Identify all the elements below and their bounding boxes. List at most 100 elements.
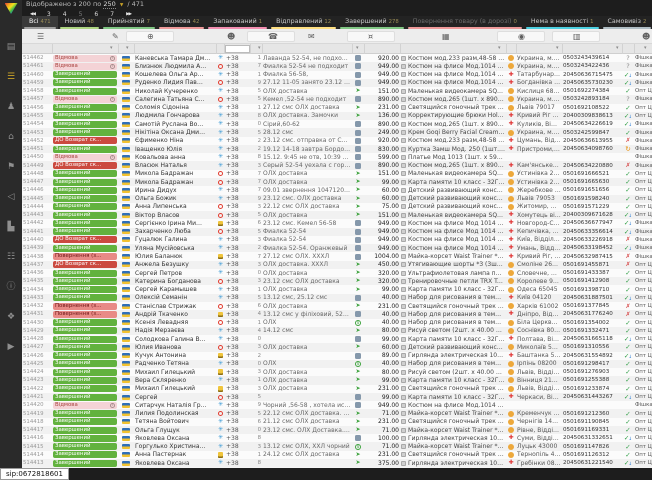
tab-Нема в наявності[interactable]: Нема в наявності1 xyxy=(524,16,601,29)
table-row[interactable]: 514422ЗавершенийМихаил Гилецький+383ОЛХ … xyxy=(22,385,652,393)
video-icon[interactable]: ▶ xyxy=(3,342,19,353)
table-row[interactable]: 514421ЗавершенийСергей+38599.00Карта пам… xyxy=(22,393,652,401)
page-size-dropdown-icon[interactable]: ▼ xyxy=(120,3,123,8)
table-row[interactable]: 514449ДО Возврат ск…Власюк Наталья✳+383С… xyxy=(22,161,652,169)
filter-dropdown-icon[interactable]: ▾ xyxy=(110,45,113,51)
table-row[interactable]: 514441ЗавершенийЗахарченко Люба+385Фиалк… xyxy=(22,228,652,236)
order-total: 249.00 xyxy=(364,128,400,136)
table-row[interactable]: 514454ЗавершенийСамотій Руслана Во…✳+380… xyxy=(22,120,652,128)
table-row[interactable]: 514442ЗавершенийСергієнко Ірина Ми…+3862… xyxy=(22,219,652,227)
warehouse-icon[interactable]: ⌂ xyxy=(3,132,19,143)
table-row[interactable]: 514453ЗавершенийНікітіна Оксана Дми…✳+38… xyxy=(22,128,652,136)
table-row[interactable]: 514428ЗавершенийСолодкова Галина В…✳+380… xyxy=(22,335,652,343)
info-icon[interactable]: ⓘ xyxy=(3,282,19,293)
filter-dropdown-icon[interactable]: ▾ xyxy=(258,45,261,51)
table-row[interactable]: 514435ЗавершенийКатерина Богданова+38323… xyxy=(22,277,652,285)
address-column-icon[interactable]: ◉ xyxy=(518,32,525,41)
table-row[interactable]: 514462ВідмоваiКаневська Тамара Дм…✳+381Л… xyxy=(22,54,652,62)
filter-dropdown-icon[interactable]: ▾ xyxy=(556,45,559,51)
table-row[interactable]: 514431Повернення (з…Андрій Ткаченко+3841… xyxy=(22,310,652,318)
table-row[interactable]: 514413ЗавершенийЯковлева Оксана✳+388➤375… xyxy=(22,459,652,467)
table-row[interactable]: 514450ВідмоваiКовальова анна✳+38815.12. … xyxy=(22,153,652,161)
payment-column-icon[interactable]: ¤ xyxy=(368,32,373,41)
phone-filter-input[interactable] xyxy=(225,45,250,53)
table-row[interactable]: 514415ЗавершенийГоргулько Христина…✳+383… xyxy=(22,442,652,450)
tab-Всі[interactable]: Всі471 xyxy=(22,16,58,29)
table-row[interactable]: 514445ЗавершенийОльга Божик✳+38923.12 см… xyxy=(22,195,652,203)
client-column-icon[interactable]: ☻ xyxy=(227,32,235,41)
table-row[interactable]: 514444ЗавершенийАнна Липенська+38322.12 … xyxy=(22,203,652,211)
table-row[interactable]: 514418ЗавершенийТетяна Войтович✳+38621.1… xyxy=(22,418,652,426)
table-row[interactable]: 514426ЗавершенийКучук Антонина+38289.00Г… xyxy=(22,352,652,360)
table-row[interactable]: 514447ЗавершенийМикола Бадражан+387ОЛХ д… xyxy=(22,178,652,186)
table-row[interactable]: 514459ЗавершенийРуденко Лидия Пав…+38927… xyxy=(22,79,652,87)
table-row[interactable]: 514420ВідмоваiСитарчук Наталія Гр…✳+389Ч… xyxy=(22,401,652,409)
marketing-icon[interactable]: ◁ xyxy=(3,192,19,203)
tab-Новий[interactable]: Новий48 xyxy=(58,16,101,29)
tab-Самовивіз[interactable]: Самовивіз2 xyxy=(601,16,652,29)
support-icon[interactable]: ❖ xyxy=(3,312,19,323)
check-icon: ✓ xyxy=(625,418,630,426)
filter-dropdown-icon[interactable]: ▾ xyxy=(126,45,129,51)
table-row[interactable]: 514446ЗавершенийИрина Дидух✳+38709.01 зв… xyxy=(22,186,652,194)
table-row[interactable]: 514461ВідмоваiБлизнюк Людмила А…+387Фиал… xyxy=(22,62,652,70)
table-row[interactable]: 514414ЗавершенийАнна Пастернак+38124.12 … xyxy=(22,451,652,459)
stats-icon[interactable]: ▙ xyxy=(3,222,19,233)
table-row[interactable]: 514455ЗавершенийЛюдмила Гончарова✳+388ОЛ… xyxy=(22,112,652,120)
table-row[interactable]: 514417ЗавершенийОльга Глущук✳+38023.12 с… xyxy=(22,426,652,434)
filter-dropdown-icon[interactable]: ▾ xyxy=(356,45,359,51)
table-row[interactable]: 514456ЗавершенийСоломія Сідоніна✳+38127.… xyxy=(22,104,652,112)
filter-dropdown-icon[interactable]: ▾ xyxy=(644,45,647,51)
table-row[interactable]: 514460ЗавершенийКошелева Ольга Ар…✳+381Ф… xyxy=(22,71,652,79)
filter-dropdown-icon[interactable]: ▾ xyxy=(616,45,619,51)
product-column-icon[interactable]: ▦ xyxy=(442,32,450,41)
table-row[interactable]: 514436ЗавершенийСергей Петров✳+380ОЛХ до… xyxy=(22,269,652,277)
clients-icon[interactable]: ♟ xyxy=(3,102,19,113)
tab-Відмова[interactable]: Відмова42 xyxy=(157,16,206,29)
table-row[interactable]: 514452ДО Возврат ск…Єфименко Ніна✳+38223… xyxy=(22,137,652,145)
table-row[interactable]: 514448ЗавершенийМикола Бадражан+387ОЛХ д… xyxy=(22,170,652,178)
tracking-column-icon[interactable]: ▥ xyxy=(573,32,581,41)
table-row[interactable]: 514429ЗавершенийНадія Мерзаєва✳+38414.12… xyxy=(22,327,652,335)
dashboard-icon[interactable]: ▤ xyxy=(3,42,19,53)
table-row[interactable]: 514443ЗавершенийВіктор Власов+385ОЛХ дос… xyxy=(22,211,652,219)
table-row[interactable]: 514457ВідмоваiСалегина Татьяна С…+385Кем… xyxy=(22,95,652,103)
table-row[interactable]: 514458ЗавершенийНиколай Кучеренко✳+385ОЛ… xyxy=(22,87,652,95)
tab-Повернення товару (в дорозі)[interactable]: Повернення товару (в дорозі)0 xyxy=(406,16,524,29)
table-row[interactable]: 514438Повернення (з…Юлия Баланюк+38727.1… xyxy=(22,252,652,260)
table-row[interactable]: 514451ЗавершенийІващенко Юлія✳+38219.12 … xyxy=(22,145,652,153)
table-row[interactable]: 514425ЗавершенийРадченко Тетяна✳+380ОЛХ$… xyxy=(22,360,652,368)
country-cell xyxy=(118,203,134,211)
tab-Завершений[interactable]: Завершений278 xyxy=(338,16,406,29)
table-row[interactable]: 514437ДО Возврат ск…Анжела Безушку✳+383О… xyxy=(22,261,652,269)
orders-icon[interactable]: ☰ xyxy=(3,72,19,83)
table-row[interactable]: 514433ЗавершенийОлексій Семанін✳+38513.1… xyxy=(22,294,652,302)
filter-cell-divider xyxy=(352,44,353,54)
table-row[interactable]: 514424ЗавершенийМихаил Гилецький+383ОЛХ … xyxy=(22,368,652,376)
table-row[interactable]: 514430ЗавершенийКсенія Левадняя+381ОЛХ$4… xyxy=(22,319,652,327)
client-phone: +38 xyxy=(225,178,250,186)
messages-count: 4 xyxy=(250,327,262,335)
settings-sliders-icon[interactable]: ☷ xyxy=(3,252,19,263)
table-row[interactable]: 514419ЗавершенийЛилия Подолинская+38522.… xyxy=(22,409,652,417)
tab-Прийнятий[interactable]: Прийнятий7 xyxy=(101,16,157,29)
phone-column-icon[interactable]: ☎ xyxy=(268,32,278,41)
order-id-column-icon[interactable]: ☰ xyxy=(37,32,44,41)
table-row[interactable]: 514434ЗавершенийСергей Карамышев✳+381ОЛХ… xyxy=(22,285,652,293)
manager-column-icon[interactable]: ☻ xyxy=(642,32,650,41)
table-row[interactable]: 514439ЗавершенийУляна Мусійовська✳+382Фи… xyxy=(22,244,652,252)
table-row[interactable]: 514427ЗавершенийЮлия Иванова+383ОЛХ дост… xyxy=(22,343,652,351)
status-edit-column-icon[interactable]: ✎ xyxy=(112,32,119,41)
table-row[interactable]: 514416ЗавершенийЯковлева Оксана✳+388100.… xyxy=(22,434,652,442)
order-id: 514450 xyxy=(22,153,52,161)
products-icon[interactable]: ⚑ xyxy=(3,162,19,173)
country-column-icon[interactable]: ⊕ xyxy=(147,32,154,41)
comment-column-icon[interactable]: ✉ xyxy=(308,32,315,41)
tab-Відправлений[interactable]: Відправлений12 xyxy=(269,16,338,29)
table-row[interactable]: 514440ДО Возврат ск…Гуцалюк Галина✳+383Ф… xyxy=(22,236,652,244)
tab-Запакований[interactable]: Запакований1 xyxy=(206,16,269,29)
carrier-cell xyxy=(506,319,516,327)
filter-dropdown-icon[interactable]: ▾ xyxy=(498,45,501,51)
table-row[interactable]: 514432Повернення (з…Станіслав Стрижак+38… xyxy=(22,302,652,310)
table-row[interactable]: 514423ЗавершенийВера Скляренко✳+381ОЛХ д… xyxy=(22,376,652,384)
